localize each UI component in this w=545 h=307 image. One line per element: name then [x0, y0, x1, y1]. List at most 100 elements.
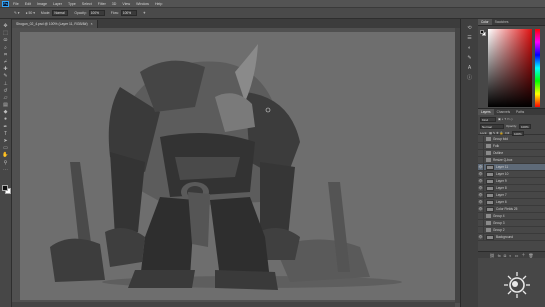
delete-layer-icon[interactable]: 🗑	[528, 253, 533, 258]
visibility-eye-icon[interactable]	[478, 149, 484, 157]
opacity-input[interactable]: 100%	[88, 10, 105, 16]
menu-view[interactable]: View	[122, 2, 130, 6]
shape-tool-icon[interactable]: ▭	[2, 145, 10, 151]
visibility-eye-icon[interactable]: 👁	[478, 205, 484, 213]
kind-filter-select[interactable]: Kind	[480, 116, 496, 122]
layer-name: Resize Q-box	[493, 158, 513, 162]
visibility-eye-icon[interactable]	[478, 142, 484, 150]
layer-row[interactable]: Group 2	[478, 226, 545, 234]
lock-icons[interactable]: ▦ ✎ ✥ 🔒	[489, 131, 503, 135]
eraser-tool-icon[interactable]: ▱	[2, 95, 10, 101]
history-brush-icon[interactable]: ↺	[2, 88, 10, 94]
hand-tool-icon[interactable]: ✋	[2, 152, 10, 158]
new-group-icon[interactable]: ▭	[515, 253, 519, 258]
character-panel-icon[interactable]: A	[466, 65, 474, 72]
menu-edit[interactable]: Edit	[25, 2, 31, 6]
mode-select[interactable]: Normal	[52, 10, 69, 16]
visibility-eye-icon[interactable]: 👁	[478, 191, 484, 199]
gradient-tool-icon[interactable]: ▤	[2, 102, 10, 108]
visibility-eye-icon[interactable]	[478, 212, 484, 220]
eyedropper-tool-icon[interactable]: ⌿	[2, 59, 10, 65]
menu-help[interactable]: Help	[155, 2, 162, 6]
menu-layer[interactable]: Layer	[53, 2, 62, 6]
visibility-eye-icon[interactable]	[478, 156, 484, 164]
visibility-eye-icon[interactable]: 👁	[478, 198, 484, 206]
menu-filter[interactable]: Filter	[98, 2, 106, 6]
visibility-eye-icon[interactable]	[478, 135, 484, 143]
layer-row[interactable]: 👁 Layer 11	[478, 163, 545, 171]
airbrush-icon[interactable]: ✈	[143, 11, 146, 15]
menu-file[interactable]: File	[13, 2, 19, 6]
visibility-eye-icon[interactable]	[478, 219, 484, 227]
blend-mode-select[interactable]: Normal	[480, 123, 504, 129]
tab-swatches[interactable]: Swatches	[492, 19, 512, 25]
document-canvas[interactable]	[20, 32, 456, 300]
adjustments-panel-icon[interactable]: ◐	[466, 45, 474, 52]
add-mask-icon[interactable]: ◘	[504, 253, 506, 258]
path-select-tool-icon[interactable]: ➤	[2, 138, 10, 144]
stamp-tool-icon[interactable]: ⊥	[2, 81, 10, 87]
brush-tool-icon[interactable]: ✎	[2, 73, 10, 79]
document-tab[interactable]: Shogun_02_4.psd @ 100% (Layer 11, RGB/8#…	[12, 20, 98, 28]
menu-image[interactable]: Image	[37, 2, 47, 6]
fill-input[interactable]: 100%	[511, 130, 524, 136]
close-icon[interactable]: ×	[91, 22, 93, 26]
type-tool-icon[interactable]: T	[2, 131, 10, 137]
lasso-tool-icon[interactable]: ɷ	[2, 37, 10, 43]
foreground-color-mini[interactable]	[480, 30, 484, 34]
menu-window[interactable]: Window	[136, 2, 149, 6]
layer-row[interactable]: 👁 Layer 8	[478, 184, 545, 192]
visibility-eye-icon[interactable]: 👁	[478, 184, 484, 192]
layer-row[interactable]: Resize Q-box	[478, 156, 545, 164]
link-layers-icon[interactable]: ⛓	[490, 253, 495, 258]
layer-row[interactable]: Folk	[478, 142, 545, 150]
pen-tool-icon[interactable]: ✒	[2, 124, 10, 130]
flow-input[interactable]: 100%	[120, 10, 137, 16]
move-tool-icon[interactable]: ✥	[2, 23, 10, 29]
layer-row[interactable]: Group 4	[478, 212, 545, 220]
marquee-tool-icon[interactable]: ⬚	[2, 30, 10, 36]
dodge-tool-icon[interactable]: ●	[2, 116, 10, 122]
layer-row[interactable]: 👁 Layer 6	[478, 198, 545, 206]
layer-row[interactable]: Outline	[478, 149, 545, 157]
visibility-eye-icon[interactable]	[478, 226, 484, 234]
foreground-color-swatch[interactable]	[2, 185, 8, 191]
brush-panel-icon[interactable]: ✎	[466, 55, 474, 62]
crop-tool-icon[interactable]: ⌗	[2, 52, 10, 58]
properties-panel-icon[interactable]: ☰	[466, 35, 474, 42]
new-layer-icon[interactable]: ＋	[521, 252, 525, 258]
layer-row[interactable]: 👁 Layer 10	[478, 170, 545, 178]
layer-row[interactable]: 👁 Layer 7	[478, 191, 545, 199]
menu-select[interactable]: Select	[82, 2, 92, 6]
visibility-eye-icon[interactable]: 👁	[478, 163, 484, 171]
tab-color[interactable]: Color	[478, 19, 492, 25]
layer-row[interactable]: 👁 Color Fields 25	[478, 205, 545, 213]
history-panel-icon[interactable]: ⟲	[466, 25, 474, 32]
canvas-area	[12, 28, 460, 307]
menu-type[interactable]: Type	[68, 2, 76, 6]
layer-row[interactable]: Group fold	[478, 135, 545, 143]
adjustment-layer-icon[interactable]: ◐	[509, 253, 511, 258]
info-panel-icon[interactable]: ⓘ	[466, 75, 474, 82]
visibility-eye-icon[interactable]: 👁	[478, 170, 484, 178]
layer-style-icon[interactable]: fx	[498, 253, 501, 258]
horizontal-scrollbar[interactable]	[12, 302, 455, 307]
visibility-eye-icon[interactable]: 👁	[478, 177, 484, 185]
brush-size-picker[interactable]: ● 50 ▾	[26, 11, 35, 15]
layer-row[interactable]: 👁 Background	[478, 233, 545, 241]
filter-icons[interactable]: ▣ ◐ T ▭ ◇	[498, 117, 513, 121]
quick-select-tool-icon[interactable]: ⌕	[2, 45, 10, 51]
color-picker-field[interactable]	[488, 29, 532, 107]
menu-bar: Ps File Edit Image Layer Type Select Fil…	[0, 0, 545, 8]
zoom-tool-icon[interactable]: ⚲	[2, 160, 10, 166]
blur-tool-icon[interactable]: ◆	[2, 109, 10, 115]
healing-tool-icon[interactable]: ✚	[2, 66, 10, 72]
layer-row[interactable]: 👁 Layer 9	[478, 177, 545, 185]
brush-preset-icon[interactable]: ✎ ▾	[14, 11, 20, 15]
menu-3d[interactable]: 3D	[112, 2, 117, 6]
layer-opacity-input[interactable]: 100%	[519, 123, 532, 129]
more-tools-icon[interactable]: ⋯	[2, 167, 10, 173]
layer-row[interactable]: Group 3	[478, 219, 545, 227]
visibility-eye-icon[interactable]: 👁	[478, 233, 484, 241]
hue-slider[interactable]	[535, 29, 540, 107]
